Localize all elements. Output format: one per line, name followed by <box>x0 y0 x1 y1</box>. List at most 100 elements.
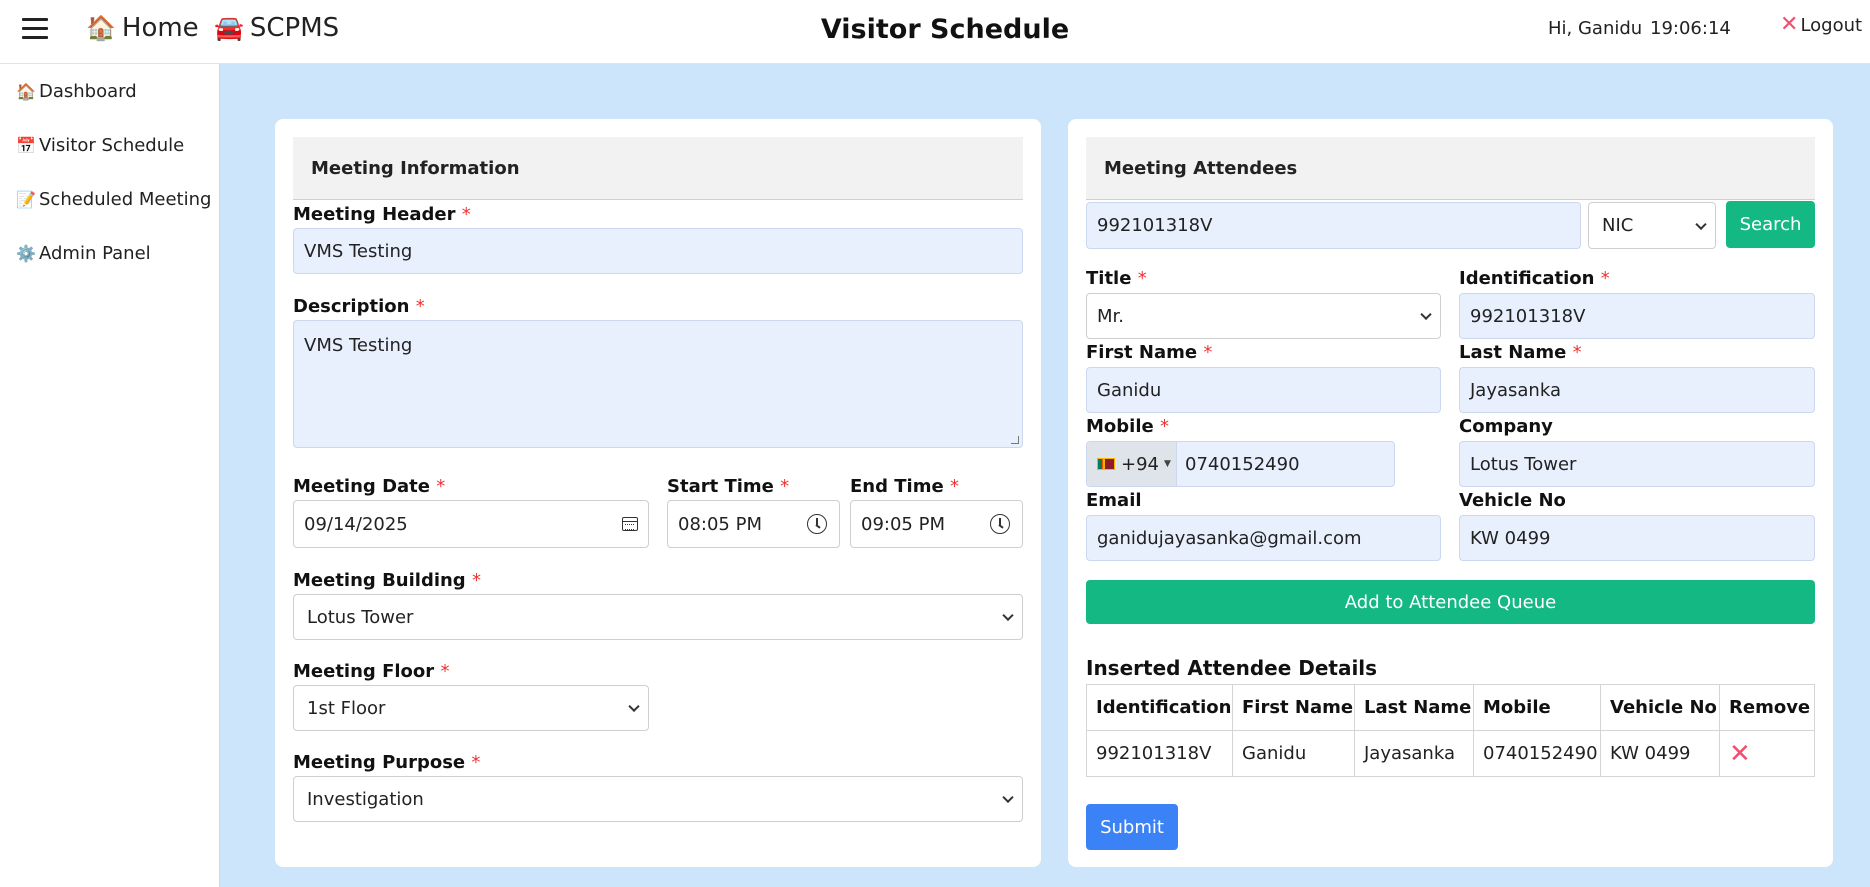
remove-x-icon[interactable]: ✕ <box>1729 739 1751 769</box>
column-header: Identification <box>1086 684 1233 731</box>
column-header: Vehicle No <box>1600 684 1720 731</box>
cell-first-name: Ganidu <box>1232 730 1355 777</box>
sidebar-item-dashboard[interactable]: 🏠 Dashboard <box>16 81 137 102</box>
chevron-down-icon <box>628 700 640 713</box>
sidebar-item-label: Dashboard <box>39 81 137 102</box>
email-label: Email <box>1086 490 1142 511</box>
calendar-picker-icon[interactable] <box>622 517 638 531</box>
sidebar: 🏠 Dashboard 📅 Visitor Schedule 📝 Schedul… <box>0 64 220 887</box>
last-name-label: Last Name * <box>1459 342 1582 363</box>
table-header-row: Identification First Name Last Name Mobi… <box>1086 684 1815 731</box>
country-code-value: +94 <box>1121 453 1159 475</box>
chevron-down-icon <box>1695 218 1707 230</box>
meeting-purpose-value: Investigation <box>307 788 424 810</box>
meeting-floor-value: 1st Floor <box>307 697 386 719</box>
column-header: Last Name <box>1354 684 1474 731</box>
meeting-header-label: Meeting Header * <box>293 204 471 225</box>
cell-mobile: 0740152490 <box>1473 730 1601 777</box>
meeting-building-label: Meeting Building * <box>293 570 481 591</box>
meeting-information-card: Meeting Information Meeting Header * VMS… <box>275 119 1041 867</box>
memo-icon: 📝 <box>16 190 36 209</box>
end-time-label: End Time * <box>850 476 959 497</box>
meeting-information-header: Meeting Information <box>293 137 1023 200</box>
description-text: VMS Testing <box>304 335 413 356</box>
sidebar-item-admin-panel[interactable]: ⚙️ Admin Panel <box>16 243 151 264</box>
chevron-down-icon <box>1420 308 1432 321</box>
meeting-floor-label: Meeting Floor * <box>293 661 450 682</box>
attendee-table: Identification First Name Last Name Mobi… <box>1086 684 1815 777</box>
search-type-select[interactable]: NIC <box>1588 202 1716 249</box>
title-value: Mr. <box>1097 305 1124 327</box>
resize-handle-icon[interactable] <box>1011 436 1019 444</box>
meeting-header-input[interactable]: VMS Testing <box>293 228 1023 274</box>
submit-button[interactable]: Submit <box>1086 804 1178 850</box>
mobile-input[interactable]: +94 ▼ 0740152490 <box>1086 441 1395 487</box>
chevron-down-icon <box>1002 791 1014 804</box>
start-time-label: Start Time * <box>667 476 790 497</box>
sidebar-item-label: Admin Panel <box>39 243 151 264</box>
gear-icon: ⚙️ <box>16 244 36 263</box>
first-name-label: First Name * <box>1086 342 1213 363</box>
calendar-icon: 📅 <box>16 136 36 155</box>
logout-button[interactable]: ✕ Logout <box>1780 14 1862 36</box>
company-label: Company <box>1459 416 1553 437</box>
company-input[interactable]: Lotus Tower <box>1459 441 1815 487</box>
user-greeting: Hi, Ganidu <box>1548 18 1643 39</box>
meeting-purpose-select[interactable]: Investigation <box>293 776 1023 822</box>
meeting-building-select[interactable]: Lotus Tower <box>293 594 1023 640</box>
mobile-label: Mobile * <box>1086 416 1169 437</box>
house-icon: 🏠 <box>16 82 36 101</box>
chevron-down-icon <box>1002 609 1014 622</box>
sidebar-item-label: Scheduled Meeting <box>39 189 212 210</box>
vehicle-no-input[interactable]: KW 0499 <box>1459 515 1815 561</box>
cell-remove: ✕ <box>1719 730 1815 777</box>
meeting-purpose-label: Meeting Purpose * <box>293 752 481 773</box>
meeting-attendees-card: Meeting Attendees 992101318V NIC Search … <box>1068 119 1833 867</box>
sidebar-item-scheduled-meeting[interactable]: 📝 Scheduled Meeting <box>16 189 211 210</box>
end-time-value: 09:05 PM <box>861 513 945 535</box>
add-to-attendee-queue-button[interactable]: Add to Attendee Queue <box>1086 580 1815 624</box>
country-code-dropdown[interactable]: +94 ▼ <box>1087 442 1177 486</box>
clock-display: 19:06:14 <box>1650 18 1731 39</box>
meeting-date-label: Meeting Date * <box>293 476 446 497</box>
search-button[interactable]: Search <box>1726 201 1815 248</box>
meeting-date-input[interactable]: 09/14/2025 <box>293 500 649 548</box>
start-time-input[interactable]: 08:05 PM <box>667 500 840 548</box>
identification-input[interactable]: 992101318V <box>1459 293 1815 339</box>
email-input[interactable]: ganidujayasanka@gmail.com <box>1086 515 1441 561</box>
column-header: Remove <box>1719 684 1815 731</box>
cell-identification: 992101318V <box>1086 730 1233 777</box>
first-name-input[interactable]: Ganidu <box>1086 367 1441 413</box>
title-label: Title * <box>1086 268 1147 289</box>
last-name-input[interactable]: Jayasanka <box>1459 367 1815 413</box>
sri-lanka-flag-icon <box>1097 458 1115 470</box>
sidebar-item-visitor-schedule[interactable]: 📅 Visitor Schedule <box>16 135 184 156</box>
clock-icon[interactable] <box>990 514 1010 534</box>
search-type-value: NIC <box>1602 215 1634 236</box>
table-row: 992101318V Ganidu Jayasanka 0740152490 K… <box>1086 730 1815 777</box>
clock-icon[interactable] <box>807 514 827 534</box>
meeting-floor-select[interactable]: 1st Floor <box>293 685 649 731</box>
description-label: Description * <box>293 296 425 317</box>
cell-vehicle-no: KW 0499 <box>1600 730 1720 777</box>
column-header: First Name <box>1232 684 1355 731</box>
title-select[interactable]: Mr. <box>1086 293 1441 339</box>
attendee-search-input[interactable]: 992101318V <box>1086 202 1581 249</box>
sidebar-item-label: Visitor Schedule <box>39 135 185 156</box>
caret-down-icon: ▼ <box>1164 459 1171 469</box>
vehicle-no-label: Vehicle No <box>1459 490 1566 511</box>
end-time-input[interactable]: 09:05 PM <box>850 500 1023 548</box>
top-bar: 🏠 Home 🚘 SCPMS Visitor Schedule Hi, Gani… <box>0 0 1870 64</box>
identification-label: Identification * <box>1459 268 1610 289</box>
description-textarea[interactable]: VMS Testing <box>293 320 1023 448</box>
meeting-attendees-header: Meeting Attendees <box>1086 137 1815 200</box>
meeting-date-value: 09/14/2025 <box>304 513 408 535</box>
logout-label: Logout <box>1800 14 1863 36</box>
close-x-icon: ✕ <box>1780 12 1799 37</box>
cell-last-name: Jayasanka <box>1354 730 1474 777</box>
start-time-value: 08:05 PM <box>678 513 762 535</box>
inserted-attendee-details-title: Inserted Attendee Details <box>1086 656 1378 680</box>
mobile-value: 0740152490 <box>1185 453 1300 475</box>
meeting-building-value: Lotus Tower <box>307 606 414 628</box>
column-header: Mobile <box>1473 684 1601 731</box>
